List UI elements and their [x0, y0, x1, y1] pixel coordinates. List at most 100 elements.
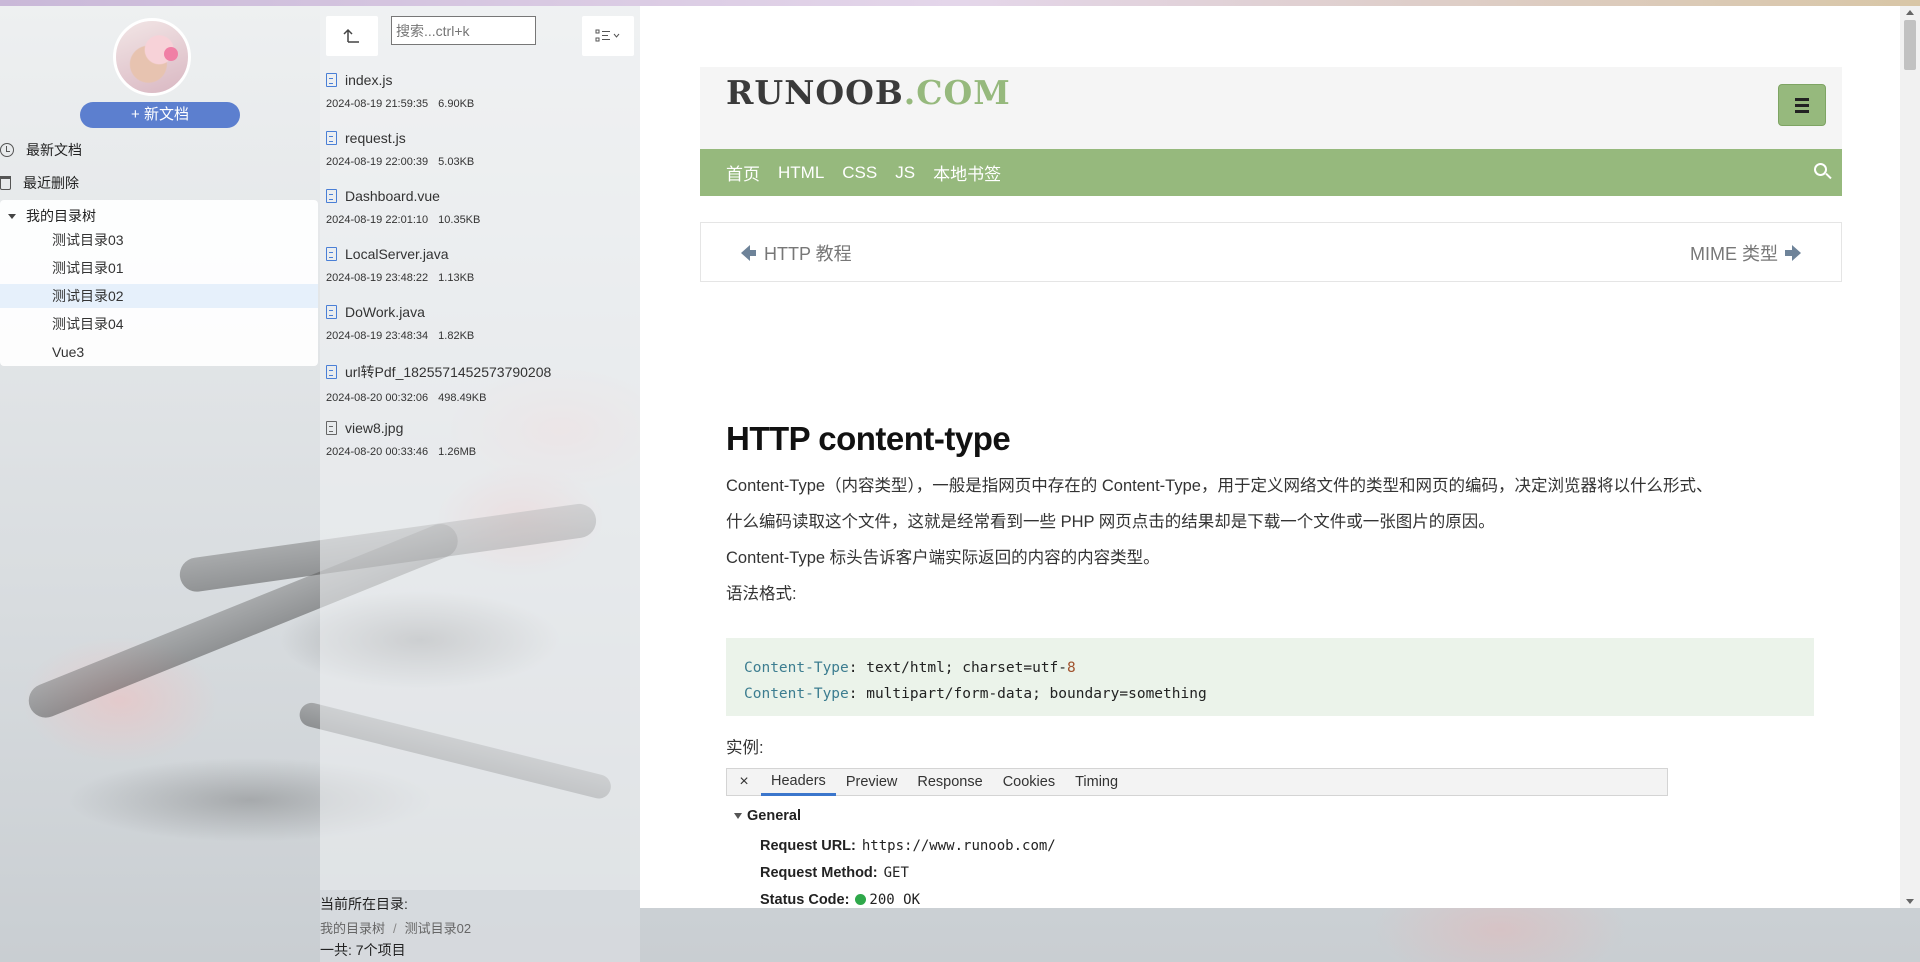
menu-bar [1795, 97, 1809, 101]
tree-root[interactable]: 我的目录树 [8, 206, 96, 226]
code-line: Content-Type: text/html; charset=utf-8 [744, 655, 1796, 681]
arrow-left-icon [741, 245, 756, 261]
section-label: General [747, 808, 801, 824]
header-label: Status Code: [760, 892, 850, 908]
tree-node[interactable]: 测试目录03 [0, 228, 318, 252]
sidebar: + 新文档 最新文档 最近删除 我的目录树 测试目录03 测试目录01 测试目录… [0, 6, 320, 962]
nav-link-html[interactable]: HTML [778, 163, 824, 183]
breadcrumb: 我的目录树 / 测试目录02 [320, 918, 471, 937]
nav-link-js[interactable]: JS [895, 163, 915, 183]
devtools-screenshot: × Headers Preview Response Cookies Timin… [726, 768, 1668, 908]
tab-cookies[interactable]: Cookies [993, 768, 1065, 796]
scroll-up-icon[interactable] [1906, 10, 1914, 15]
current-dir-label: 当前所在目录: [320, 896, 408, 912]
file-size: 1.82KB [438, 330, 475, 342]
tree-node-selected[interactable]: 测试目录02 [0, 284, 318, 308]
status-dot-icon [855, 894, 867, 905]
file-item[interactable]: Dashboard.vue 2024-08-19 22:01:10 10.35KB [326, 188, 626, 226]
breadcrumb-item[interactable]: 我的目录树 [320, 921, 385, 936]
nav-link-bookmarks[interactable]: 本地书签 [933, 160, 1001, 185]
header-value: https://www.runoob.com/ [861, 838, 1056, 854]
tab-timing[interactable]: Timing [1065, 768, 1128, 796]
directory-tree: 我的目录树 测试目录03 测试目录01 测试目录02 测试目录04 Vue3 [0, 200, 318, 366]
site-header: RUNOOB.COM [700, 67, 1842, 149]
menu-item-recent-docs[interactable]: 最新文档 [0, 139, 82, 161]
site-logo[interactable]: RUNOOB.COM [726, 73, 1011, 112]
avatar[interactable] [113, 18, 191, 96]
hamburger-menu-button[interactable] [1778, 84, 1826, 126]
menu-item-label: 最新文档 [26, 142, 82, 158]
view-mode-button[interactable] [582, 16, 634, 56]
code-file-icon [326, 305, 337, 319]
file-time: 2024-08-19 22:01:10 [326, 214, 429, 226]
go-up-button[interactable] [326, 16, 378, 56]
file-name: LocalServer.java [345, 246, 449, 262]
file-item[interactable]: view8.jpg 2024-08-20 00:33:46 1.26MB [326, 420, 626, 458]
example-label: 实例: [726, 739, 764, 757]
new-document-button[interactable]: + 新文档 [80, 102, 240, 128]
next-page-link[interactable]: MIME 类型 [1690, 240, 1801, 266]
file-item[interactable]: DoWork.java 2024-08-19 23:48:34 1.82KB [326, 304, 626, 342]
file-time: 2024-08-19 23:48:22 [326, 272, 429, 284]
code-text: : multipart/form-data; boundary=somethin… [848, 686, 1207, 702]
level-up-icon [343, 28, 359, 43]
scrollbar-thumb[interactable] [1904, 20, 1916, 70]
file-item[interactable]: index.js 2024-08-19 21:59:35 6.90KB [326, 72, 626, 110]
file-time: 2024-08-20 00:33:46 [326, 446, 429, 458]
breadcrumb-item[interactable]: 测试目录02 [405, 921, 471, 936]
tab-response[interactable]: Response [907, 768, 992, 796]
prev-page-link[interactable]: HTTP 教程 [741, 240, 852, 266]
header-value: 200 OK [869, 892, 920, 908]
file-name: view8.jpg [345, 420, 404, 436]
general-section-header[interactable]: General [734, 808, 801, 824]
search-input[interactable] [391, 16, 536, 45]
devtools-tabs: × Headers Preview Response Cookies Timin… [726, 768, 1668, 796]
code-number: 8 [1067, 660, 1076, 676]
file-name: DoWork.java [345, 304, 425, 320]
menu-bar [1795, 109, 1809, 113]
logo-suffix: .COM [903, 73, 1011, 112]
paragraph: Content-Type 标头告诉客户端实际返回的内容的内容类型。 [726, 549, 1160, 567]
tree-root-label: 我的目录树 [26, 208, 96, 224]
header-row: Status Code: 200 OK [760, 892, 920, 908]
scrollbar[interactable] [1900, 6, 1920, 908]
file-time: 2024-08-20 00:32:06 [326, 392, 429, 404]
tree-node[interactable]: Vue3 [0, 340, 318, 364]
tab-preview[interactable]: Preview [836, 768, 908, 796]
file-size: 6.90KB [438, 98, 475, 110]
tree-node[interactable]: 测试目录01 [0, 256, 318, 280]
tree-node[interactable]: 测试目录04 [0, 312, 318, 336]
file-time: 2024-08-19 22:00:39 [326, 156, 429, 168]
file-item[interactable]: request.js 2024-08-19 22:00:39 5.03KB [326, 130, 626, 168]
clock-icon [0, 143, 14, 157]
file-size: 1.13KB [438, 272, 475, 284]
file-size: 5.03KB [438, 156, 475, 168]
pdf-file-icon [326, 365, 337, 379]
file-item[interactable]: LocalServer.java 2024-08-19 23:48:22 1.13… [326, 246, 626, 284]
flower-icon [164, 47, 178, 61]
code-file-icon [326, 131, 337, 145]
menu-item-label: 最近删除 [23, 175, 79, 191]
tab-headers[interactable]: Headers [761, 768, 836, 796]
nav-link-home[interactable]: 首页 [726, 160, 760, 185]
file-item[interactable]: url转Pdf_1825571452573790208 2024-08-20 0… [326, 362, 626, 404]
code-keyword: Content-Type [744, 686, 849, 702]
code-line: Content-Type: multipart/form-data; bound… [744, 681, 1796, 707]
header-row: Request Method: GET [760, 865, 909, 881]
item-count: 一共: 7个项目 [320, 942, 406, 958]
file-name: request.js [345, 130, 406, 146]
paragraph: Content-Type（内容类型），一般是指网页中存在的 Content-Ty… [726, 477, 1713, 495]
search-icon[interactable] [1814, 163, 1832, 181]
list-view-icon [595, 29, 620, 42]
code-file-icon [326, 189, 337, 203]
close-icon[interactable]: × [727, 773, 761, 791]
article-title: HTTP content-type [726, 420, 1011, 457]
caret-down-icon[interactable] [8, 213, 16, 219]
arrow-right-icon [1785, 245, 1801, 261]
article-body: HTTP content-type Content-Type（内容类型），一般是… [726, 420, 1826, 612]
breadcrumb-separator: / [393, 921, 397, 936]
scroll-down-icon[interactable] [1906, 899, 1914, 904]
header-row: Request URL: https://www.runoob.com/ [760, 838, 1056, 854]
menu-item-recently-deleted[interactable]: 最近删除 [0, 172, 79, 194]
nav-link-css[interactable]: CSS [842, 163, 877, 183]
